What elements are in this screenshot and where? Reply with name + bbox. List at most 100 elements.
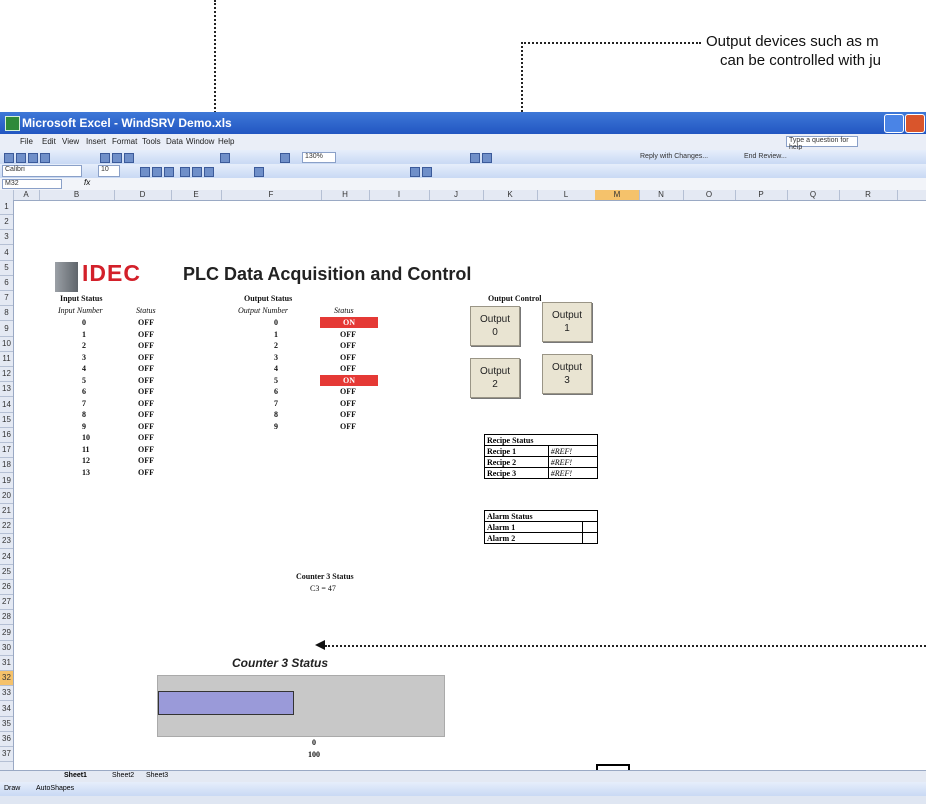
row-header-26[interactable]: 26: [0, 580, 13, 595]
row-header-30[interactable]: 30: [0, 641, 13, 656]
column-header-o[interactable]: O: [683, 190, 736, 200]
menu-data[interactable]: Data: [166, 137, 183, 146]
name-box[interactable]: M32: [2, 179, 62, 189]
row-header-29[interactable]: 29: [0, 626, 13, 641]
row-header-9[interactable]: 9: [0, 322, 13, 337]
minimize-button[interactable]: [884, 114, 904, 133]
row-header-36[interactable]: 36: [0, 732, 13, 747]
sum-icon[interactable]: [220, 153, 230, 163]
row-header-33[interactable]: 33: [0, 686, 13, 701]
paste-icon[interactable]: [124, 153, 134, 163]
row-header-28[interactable]: 28: [0, 610, 13, 625]
close-button[interactable]: [905, 114, 925, 133]
column-header-j[interactable]: J: [429, 190, 484, 200]
menu-tools[interactable]: Tools: [142, 137, 161, 146]
output-1-button[interactable]: Output 1: [542, 302, 592, 342]
chart-wizard-icon[interactable]: [280, 153, 290, 163]
menu-help[interactable]: Help: [218, 137, 234, 146]
align-center-icon[interactable]: [192, 167, 202, 177]
open-icon[interactable]: [16, 153, 26, 163]
tab-sheet3[interactable]: Sheet3: [146, 772, 168, 779]
align-right-icon[interactable]: [204, 167, 214, 177]
help-search-input[interactable]: Type a question for help: [786, 136, 858, 151]
row-header-7[interactable]: 7: [0, 291, 13, 306]
row-header-23[interactable]: 23: [0, 534, 13, 549]
worksheet-grid[interactable]: ABDEFHIJKLMNOPQR 1 2 3 4 5 6 7 8 9 10 11 12 13 14 15 16…: [0, 190, 926, 772]
menu-insert[interactable]: Insert: [86, 137, 106, 146]
column-header-a[interactable]: A: [13, 190, 40, 200]
output-2-button[interactable]: Output 2: [470, 358, 520, 398]
row-header-15[interactable]: 15: [0, 413, 13, 428]
column-header-k[interactable]: K: [483, 190, 538, 200]
menu-window[interactable]: Window: [186, 137, 214, 146]
font-size-select[interactable]: 10: [98, 165, 120, 177]
function-icon[interactable]: fx: [84, 178, 90, 187]
row-header-27[interactable]: 27: [0, 595, 13, 610]
underline-icon[interactable]: [164, 167, 174, 177]
menu-format[interactable]: Format: [112, 137, 137, 146]
column-header-r[interactable]: R: [839, 190, 898, 200]
row-header-3[interactable]: 3: [0, 230, 13, 245]
row-header-20[interactable]: 20: [0, 489, 13, 504]
row-header-25[interactable]: 25: [0, 565, 13, 580]
row-header-13[interactable]: 13: [0, 382, 13, 397]
row-header-34[interactable]: 34: [0, 702, 13, 717]
column-header-q[interactable]: Q: [787, 190, 840, 200]
select-all-corner[interactable]: [0, 190, 14, 200]
menu-edit[interactable]: Edit: [42, 137, 56, 146]
row-header-22[interactable]: 22: [0, 519, 13, 534]
zoom-select[interactable]: 130%: [302, 152, 336, 163]
output-0-button[interactable]: Output 0: [470, 306, 520, 346]
column-header-l[interactable]: L: [537, 190, 596, 200]
row-header-6[interactable]: 6: [0, 276, 13, 291]
reply-with-changes-button[interactable]: Reply with Changes...: [640, 153, 708, 160]
align-left-icon[interactable]: [180, 167, 190, 177]
bold-icon[interactable]: [140, 167, 150, 177]
column-header-d[interactable]: D: [114, 190, 172, 200]
autoshapes-menu[interactable]: AutoShapes: [36, 785, 74, 792]
row-header-35[interactable]: 35: [0, 717, 13, 732]
row-header-19[interactable]: 19: [0, 474, 13, 489]
output-3-button[interactable]: Output 3: [542, 354, 592, 394]
column-header-h[interactable]: H: [321, 190, 370, 200]
row-header-31[interactable]: 31: [0, 656, 13, 671]
cut-icon[interactable]: [100, 153, 110, 163]
copy-icon[interactable]: [112, 153, 122, 163]
row-header-17[interactable]: 17: [0, 443, 13, 458]
review-icon[interactable]: [470, 153, 480, 163]
draw-menu[interactable]: Draw: [4, 785, 20, 792]
tab-sheet1[interactable]: Sheet1: [64, 772, 87, 779]
save-icon[interactable]: [28, 153, 38, 163]
row-header-18[interactable]: 18: [0, 458, 13, 473]
row-header-21[interactable]: 21: [0, 504, 13, 519]
row-header-4[interactable]: 4: [0, 246, 13, 261]
column-header-p[interactable]: P: [735, 190, 788, 200]
row-header-24[interactable]: 24: [0, 550, 13, 565]
menu-view[interactable]: View: [62, 137, 79, 146]
column-header-i[interactable]: I: [369, 190, 430, 200]
currency-icon[interactable]: [254, 167, 264, 177]
column-header-n[interactable]: N: [639, 190, 684, 200]
column-header-f[interactable]: F: [221, 190, 322, 200]
column-header-m[interactable]: M: [595, 190, 640, 200]
row-header-5[interactable]: 5: [0, 261, 13, 276]
column-header-b[interactable]: B: [39, 190, 115, 200]
italic-icon[interactable]: [152, 167, 162, 177]
row-header-12[interactable]: 12: [0, 367, 13, 382]
review-icon[interactable]: [482, 153, 492, 163]
row-header-2[interactable]: 2: [0, 215, 13, 230]
row-header-8[interactable]: 8: [0, 306, 13, 321]
column-header-e[interactable]: E: [171, 190, 222, 200]
row-header-32[interactable]: 32: [0, 671, 13, 686]
row-header-16[interactable]: 16: [0, 428, 13, 443]
font-color-icon[interactable]: [422, 167, 432, 177]
fill-color-icon[interactable]: [410, 167, 420, 177]
row-header-14[interactable]: 14: [0, 398, 13, 413]
row-header-1[interactable]: 1: [0, 200, 13, 215]
row-header-11[interactable]: 11: [0, 352, 13, 367]
end-review-button[interactable]: End Review...: [744, 153, 787, 160]
print-icon[interactable]: [40, 153, 50, 163]
font-name-select[interactable]: Calibri: [2, 165, 82, 177]
row-header-37[interactable]: 37: [0, 747, 13, 762]
menu-file[interactable]: File: [20, 137, 33, 146]
